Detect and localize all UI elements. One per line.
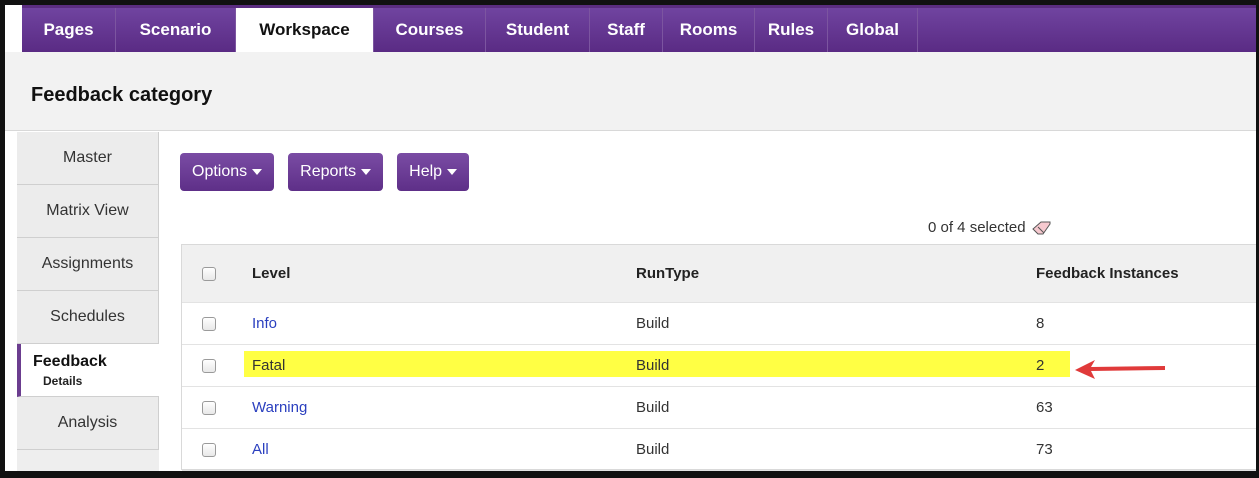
eraser-icon[interactable] [1031,221,1052,235]
sidebar-item-master[interactable]: Master [17,132,159,185]
caret-down-icon [361,169,372,175]
sidebar-item-label: Schedules [50,308,125,325]
level-link[interactable]: All [252,441,269,458]
sidebar-item-feedback[interactable]: Feedback Details [17,344,159,397]
options-label: Options [192,163,248,180]
sidebar-subitem-details[interactable]: Details [43,374,82,388]
row-checkbox[interactable] [202,358,216,373]
runtype-cell: Build [636,399,670,416]
table-row: All Build 73 [182,429,1259,471]
sidebar-item-label: Feedback [33,352,107,370]
level-link[interactable]: Info [252,315,277,332]
column-header-runtype[interactable]: RunType [636,245,699,302]
table-header-row: Level RunType Feedback Instances [182,245,1259,303]
sidebar-item-label: Assignments [41,255,134,272]
help-label: Help [409,163,443,180]
sidebar-item-schedules[interactable]: Schedules [17,291,159,344]
sidebar-item-matrix-view[interactable]: Matrix View [17,185,159,238]
tab-student[interactable]: Student [486,8,590,52]
sidebar-item-label: Master [63,149,112,166]
nav-left-strip [5,5,22,52]
page-header: Feedback category [5,52,1259,131]
tab-pages[interactable]: Pages [22,8,116,52]
tab-courses[interactable]: Courses [374,8,486,52]
sidebar-item-label: Matrix View [46,202,129,219]
sidebar-item-analysis[interactable]: Analysis [17,397,159,450]
options-button[interactable]: Options [180,153,275,191]
reports-label: Reports [300,163,357,180]
selection-count: 0 of 4 selected [928,219,1052,236]
toolbar: Options Reports Help [180,153,470,191]
tab-global[interactable]: Global [828,8,918,52]
tab-rooms[interactable]: Rooms [663,8,755,52]
instances-cell: 63 [1036,399,1053,416]
tab-scenario[interactable]: Scenario [116,8,236,52]
table-row: Info Build 8 [182,303,1259,345]
sidebar-item-label: Analysis [57,414,118,431]
row-checkbox[interactable] [202,400,216,415]
frame-bottom-edge [0,471,1259,478]
select-all-checkbox[interactable] [202,266,216,281]
instances-cell: 73 [1036,441,1053,458]
level-link[interactable]: Warning [252,399,307,416]
help-button[interactable]: Help [397,153,470,191]
table-row: Warning Build 63 [182,387,1259,429]
instances-cell: 8 [1036,315,1045,332]
column-header-level[interactable]: Level [252,245,290,302]
sidebar-item-assignments[interactable]: Assignments [17,238,159,291]
row-checkbox[interactable] [202,316,216,331]
caret-down-icon [252,169,263,175]
runtype-cell: Build [636,357,670,374]
tab-staff[interactable]: Staff [590,8,663,52]
caret-down-icon [447,169,458,175]
nav-filler [918,8,1259,52]
top-navigation: Pages Scenario Workspace Courses Student… [22,5,1259,52]
side-navigation: Master Matrix View Assignments Schedules… [17,132,159,473]
annotation-arrow-icon [1075,360,1165,379]
selection-text: 0 of 4 selected [928,219,1026,236]
tab-rules[interactable]: Rules [755,8,828,52]
row-checkbox[interactable] [202,442,216,457]
tab-workspace[interactable]: Workspace [236,8,374,52]
runtype-cell: Build [636,441,670,458]
column-header-feedback-instances[interactable]: Feedback Instances [1036,245,1179,302]
level-link[interactable]: Fatal [252,357,285,374]
instances-cell: 2 [1036,357,1045,374]
runtype-cell: Build [636,315,670,332]
page-title: Feedback category [31,84,213,106]
reports-button[interactable]: Reports [288,153,384,191]
